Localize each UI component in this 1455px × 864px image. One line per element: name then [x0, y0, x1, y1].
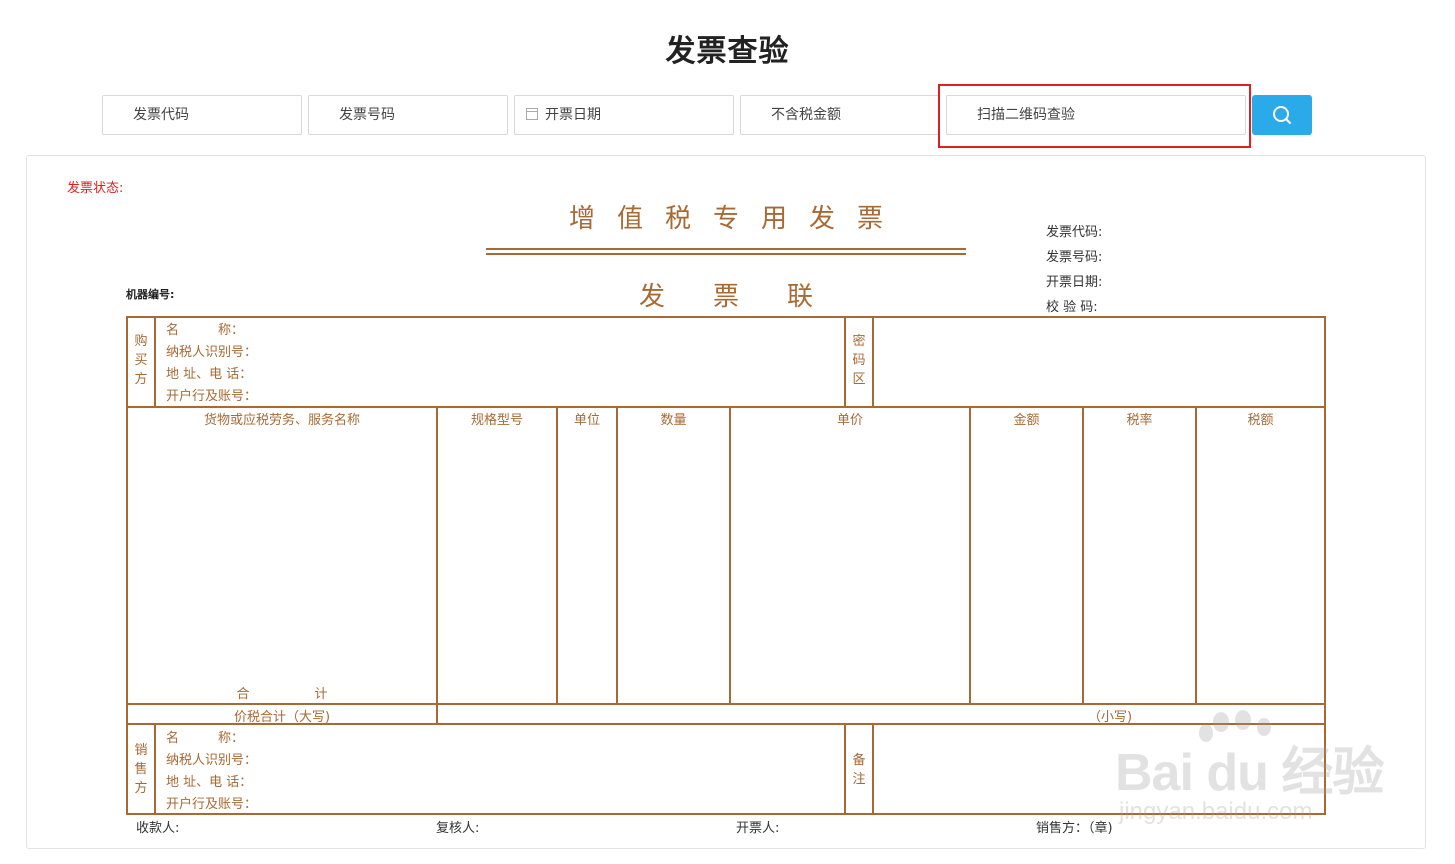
reviewer-label: 复核人: — [436, 821, 480, 836]
meta-number-label: 发票号码: — [1046, 250, 1103, 265]
col-divider-2 — [556, 406, 558, 705]
qr-scan-highlight — [938, 84, 1251, 148]
remark-left-divider — [844, 723, 846, 815]
baidu-jingyan-watermark: Bai du 经验 jingyan.baidu.com — [1115, 710, 1385, 830]
remark-char: 备 — [852, 753, 866, 768]
col-header-tax-rate: 税率 — [1126, 413, 1153, 428]
machine-no-label: 机器编号: — [126, 288, 175, 301]
seller-side-label: 销 售 方 — [134, 741, 148, 798]
col-header-spec: 规格型号 — [470, 413, 523, 428]
invoice-number-input[interactable] — [339, 97, 507, 133]
remark-label: 备 注 — [852, 751, 866, 789]
col-header-amount: 金额 — [1013, 413, 1040, 428]
invoice-number-field[interactable] — [308, 95, 508, 135]
col-divider-6 — [1082, 406, 1084, 705]
col-header-unit: 单位 — [573, 413, 600, 428]
total-label: 合 计 — [236, 687, 328, 702]
seller-side-char: 售 — [134, 762, 148, 777]
page-title: 发票查验 — [665, 34, 790, 69]
watermark-logo: Bai du 经验 — [1115, 744, 1384, 802]
cipher-char: 区 — [852, 372, 866, 387]
invoice-status-label: 发票状态: — [67, 181, 124, 196]
invoice-subtitle: 发票联 — [638, 282, 861, 312]
col-divider-4 — [729, 406, 731, 705]
payee-label: 收款人: — [136, 821, 180, 836]
seller-address-label: 地 址、电 话： — [166, 775, 253, 790]
col-header-quantity: 数量 — [660, 413, 687, 428]
search-icon — [1273, 106, 1291, 124]
invoice-code-field[interactable] — [102, 95, 302, 135]
seller-stamp-label: 销售方：（章) — [1036, 821, 1113, 836]
issue-date-field[interactable] — [514, 95, 734, 135]
title-double-line — [486, 248, 966, 255]
total-tax-label: 价税合计（大写) — [233, 710, 331, 725]
seller-side-divider — [154, 723, 156, 815]
buyer-bank-label: 开户行及账号： — [166, 389, 258, 404]
buyer-tax-id-label: 纳税人识别号： — [166, 345, 258, 360]
invoice-title: 增值税专用发票 — [568, 204, 905, 234]
cipher-char: 码 — [852, 353, 866, 368]
remark-char: 注 — [852, 772, 866, 787]
seller-side-char: 销 — [134, 743, 148, 758]
search-button[interactable] — [1252, 95, 1312, 135]
meta-date-label: 开票日期: — [1046, 275, 1103, 290]
table-border-top — [126, 316, 1326, 318]
cipher-char: 密 — [852, 334, 866, 349]
table-border-left — [126, 316, 128, 815]
col-divider-5 — [969, 406, 971, 705]
buyer-side-char: 买 — [134, 353, 148, 368]
col-divider-7 — [1195, 406, 1197, 705]
cipher-zone-label: 密 码 区 — [852, 332, 866, 389]
issuer-label: 开票人: — [736, 821, 780, 836]
seller-name-label: 名 称： — [166, 731, 245, 746]
amount-field[interactable] — [740, 95, 940, 135]
buyer-side-char: 方 — [134, 372, 148, 387]
amount-input[interactable] — [771, 97, 939, 133]
seller-bank-label: 开户行及账号： — [166, 797, 258, 812]
paw-icon — [1213, 712, 1229, 732]
col-divider-1 — [436, 406, 438, 725]
invoice-code-input[interactable] — [133, 97, 301, 133]
cipher-left-divider — [844, 316, 846, 407]
col-header-tax-amount: 税额 — [1247, 413, 1274, 428]
col-header-unit-price: 单价 — [836, 413, 863, 428]
buyer-bottom-line — [126, 406, 1326, 408]
col-header-goods: 货物或应税劳务、服务名称 — [203, 413, 360, 428]
watermark-url: jingyan.baidu.com — [1119, 798, 1313, 825]
meta-code-label: 发票代码: — [1046, 225, 1103, 240]
buyer-side-char: 购 — [134, 334, 148, 349]
goods-bottom-line — [126, 703, 1326, 705]
buyer-name-label: 名 称： — [166, 323, 245, 338]
remark-right-divider — [872, 723, 874, 815]
paw-icon — [1235, 710, 1251, 730]
buyer-side-divider — [154, 316, 156, 407]
calendar-icon — [526, 108, 538, 120]
buyer-side-label: 购 买 方 — [134, 332, 148, 389]
col-divider-3 — [616, 406, 618, 705]
issue-date-input[interactable] — [545, 97, 733, 133]
cipher-right-divider — [872, 316, 874, 407]
buyer-address-label: 地 址、电 话： — [166, 367, 253, 382]
seller-side-char: 方 — [134, 781, 148, 796]
meta-check-code-label: 校 验 码: — [1046, 300, 1098, 315]
seller-tax-id-label: 纳税人识别号： — [166, 753, 258, 768]
